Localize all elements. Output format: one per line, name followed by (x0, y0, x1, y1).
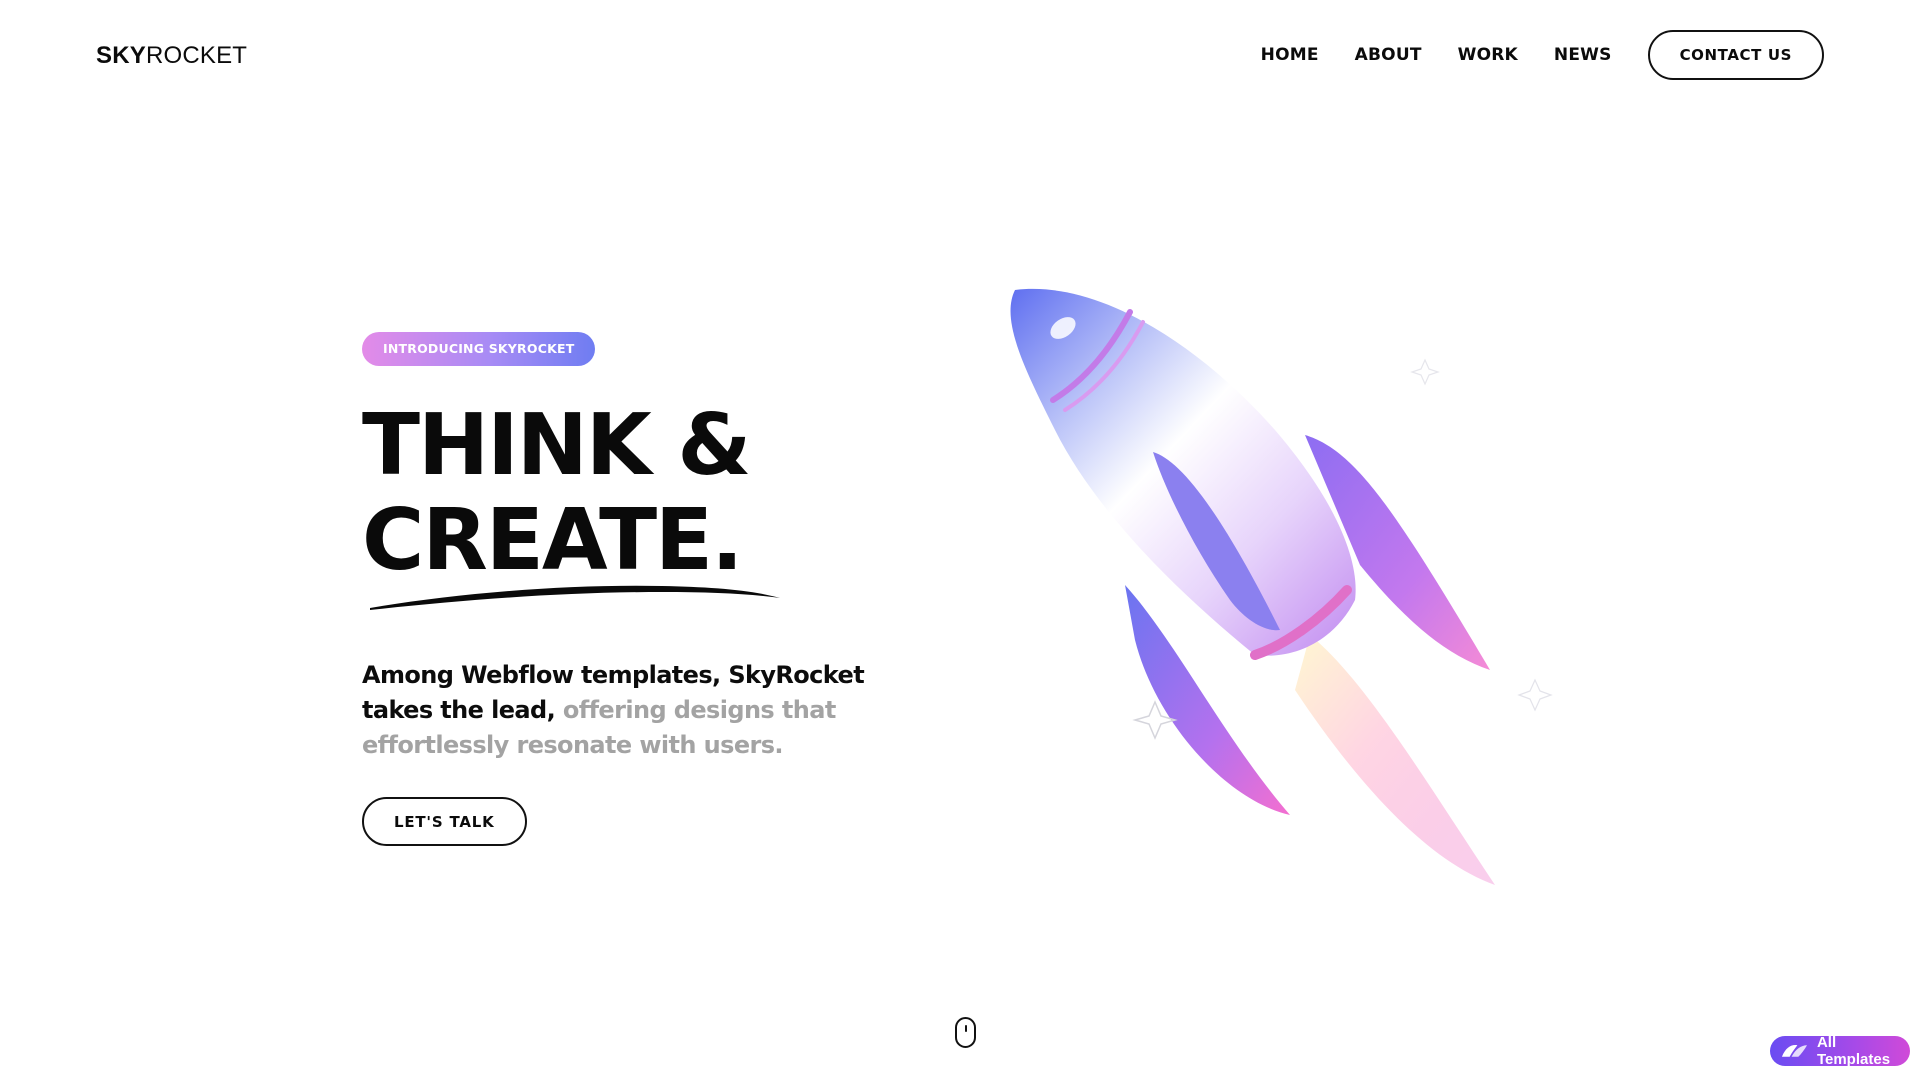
nav-news[interactable]: NEWS (1554, 45, 1612, 65)
lets-talk-button[interactable]: LET'S TALK (362, 797, 527, 846)
brand-logo[interactable]: SKYROCKET (96, 42, 247, 70)
underline-swash (370, 585, 780, 610)
site-header: SKYROCKET HOME ABOUT WORK NEWS CONTACT U… (0, 0, 1920, 112)
hero-headline: THINK & CREATE. (362, 396, 962, 610)
main-nav: HOME ABOUT WORK NEWS CONTACT US (1261, 30, 1824, 80)
hero-content: INTRODUCING SKYROCKET THINK & CREATE. Am… (362, 332, 962, 846)
mouse-wheel (965, 1025, 967, 1032)
rocket-icon (1010, 288, 1553, 885)
logo-bold-part: SKY (96, 42, 146, 69)
headline-line-1: THINK & (362, 396, 751, 495)
all-templates-label: All Templates (1816, 1034, 1891, 1068)
nav-home[interactable]: HOME (1261, 45, 1319, 65)
intro-badge: INTRODUCING SKYROCKET (362, 332, 596, 366)
hero-description: Among Webflow templates, SkyRocket takes… (362, 658, 942, 763)
templates-logo-icon (1781, 1045, 1808, 1057)
nav-about[interactable]: ABOUT (1355, 45, 1422, 65)
rocket-illustration (975, 260, 1605, 900)
all-templates-button[interactable]: All Templates (1770, 1034, 1910, 1068)
contact-us-button[interactable]: CONTACT US (1647, 30, 1824, 80)
nav-work[interactable]: WORK (1458, 45, 1518, 65)
scroll-mouse-icon[interactable] (955, 1017, 976, 1048)
logo-light-part: ROCKET (145, 42, 248, 69)
